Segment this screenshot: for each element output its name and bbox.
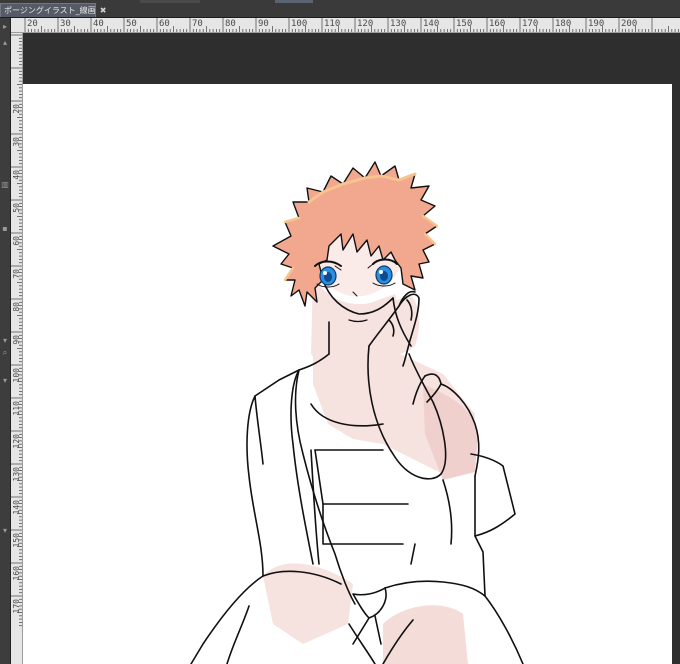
h-ruler-label: 170 — [522, 19, 539, 29]
v-ruler-label: 170 — [12, 599, 21, 614]
h-ruler-label: 90 — [258, 19, 269, 29]
scroll-down-icon[interactable]: ▾ — [0, 336, 10, 346]
v-ruler-label: 30 — [12, 137, 21, 147]
right-scroll-edge — [672, 33, 680, 664]
v-ruler-label: 90 — [12, 335, 21, 345]
h-ruler-label: 80 — [225, 19, 236, 29]
v-ruler-label: 40 — [12, 170, 21, 180]
trash-icon[interactable]: ▥ — [0, 180, 10, 190]
close-tab-icon[interactable]: ✖ — [100, 6, 107, 15]
character-illustration — [190, 161, 524, 664]
h-ruler-label: 100 — [291, 19, 308, 29]
v-ruler-label: 110 — [12, 401, 21, 416]
h-ruler-label: 60 — [159, 19, 170, 29]
v-ruler-label: 100 — [12, 368, 21, 383]
document-tab[interactable]: ポージングイラスト_線画 ✖ — [0, 3, 106, 17]
collapse-icon[interactable]: ▾ — [0, 376, 10, 386]
scroll-down-icon[interactable]: ▾ — [0, 526, 10, 536]
h-ruler-label: 50 — [126, 19, 137, 29]
v-ruler-label: 120 — [12, 434, 21, 449]
h-ruler-label: 150 — [456, 19, 473, 29]
document-tab-bar: ポージングイラスト_線画 ✖ — [0, 0, 680, 18]
v-ruler-label: 70 — [12, 269, 21, 279]
vertical-ruler: 20 30 40 50 60 70 80 90 100 110 120 130 140 150 160 170 — [11, 33, 23, 664]
panel-handle-icon[interactable]: ▸ — [0, 22, 10, 32]
h-ruler-label: 20 — [27, 19, 38, 29]
v-ruler-label: 80 — [12, 302, 21, 312]
v-ruler-label: 50 — [12, 203, 21, 213]
horizontal-ruler-ticks — [24, 18, 679, 32]
h-ruler-label: 140 — [423, 19, 440, 29]
horizontal-ruler: 20 30 40 50 60 70 80 90 100 110 120 130 140 150 160 170… — [11, 18, 680, 33]
v-ruler-label: 140 — [12, 500, 21, 515]
h-ruler-label: 70 — [192, 19, 203, 29]
h-ruler-label: 180 — [555, 19, 572, 29]
v-ruler-label: 160 — [12, 566, 21, 581]
lock-icon[interactable]: ▪ — [0, 224, 10, 234]
search-icon[interactable]: ⌕ — [0, 348, 10, 358]
document-tab-title: ポージングイラスト_線画 — [4, 6, 96, 15]
scroll-up-icon[interactable]: ▴ — [0, 38, 10, 48]
canvas-paper[interactable] — [23, 84, 672, 664]
h-ruler-label: 130 — [390, 19, 407, 29]
h-ruler-label: 200 — [621, 19, 638, 29]
tab-bar-stub — [140, 0, 200, 3]
h-ruler-label: 110 — [324, 19, 341, 29]
h-ruler-label: 190 — [588, 19, 605, 29]
v-ruler-label: 130 — [12, 467, 21, 482]
v-ruler-label: 60 — [12, 236, 21, 246]
clip-studio-workspace: ポージングイラスト_線画 ✖ ▸ ▴ ▥ ▪ ▾ ⌕ ▾ ▾ 20 30 40 50 6… — [0, 0, 680, 664]
h-ruler-label: 30 — [60, 19, 71, 29]
h-ruler-label: 40 — [93, 19, 104, 29]
v-ruler-label: 150 — [12, 533, 21, 548]
left-panel-strip: ▸ ▴ ▥ ▪ ▾ ⌕ ▾ ▾ — [0, 18, 11, 664]
h-ruler-label: 160 — [489, 19, 506, 29]
canvas-viewport[interactable] — [23, 33, 680, 664]
h-ruler-label: 120 — [357, 19, 374, 29]
v-ruler-label: 20 — [12, 104, 21, 114]
tab-bar-stub — [275, 0, 313, 3]
